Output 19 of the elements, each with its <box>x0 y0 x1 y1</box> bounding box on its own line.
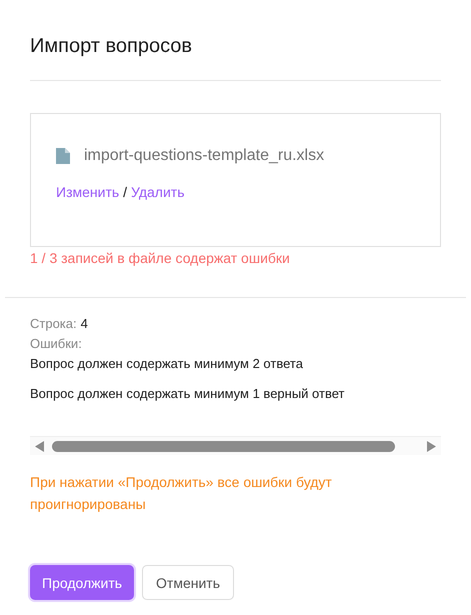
file-action-link[interactable]: Изменить <box>56 182 120 203</box>
warning-text: При нажатии «Продолжить» все ошибки будут проигнорированы <box>30 473 333 514</box>
file-action-link[interactable]: Удалить <box>131 182 184 203</box>
scrollbar-thumb[interactable] <box>52 440 395 452</box>
separator-text: / <box>123 183 128 202</box>
continue-button[interactable]: Продолжить <box>30 565 134 600</box>
horizontal-scrollbar[interactable] <box>30 436 441 455</box>
row-value: 4 <box>80 315 88 333</box>
row-label: Строка: <box>30 315 77 333</box>
scroll-right-icon[interactable] <box>427 440 436 452</box>
error-summary: 1 / 3 записей в файле содержат ошибки <box>30 249 291 268</box>
file-name: import-questions-template_ru.xlsx <box>84 146 324 166</box>
dialog-title: Импорт вопросов <box>30 34 194 59</box>
errors-label: Ошибки: <box>30 335 83 353</box>
scroll-left-icon[interactable] <box>35 440 44 452</box>
error-message: Вопрос должен содержать минимум 1 верный ответ <box>30 385 346 403</box>
cancel-button[interactable]: Отменить <box>142 565 234 600</box>
file-icon <box>56 148 70 164</box>
error-message: Вопрос должен содержать минимум 2 ответа <box>30 355 304 373</box>
